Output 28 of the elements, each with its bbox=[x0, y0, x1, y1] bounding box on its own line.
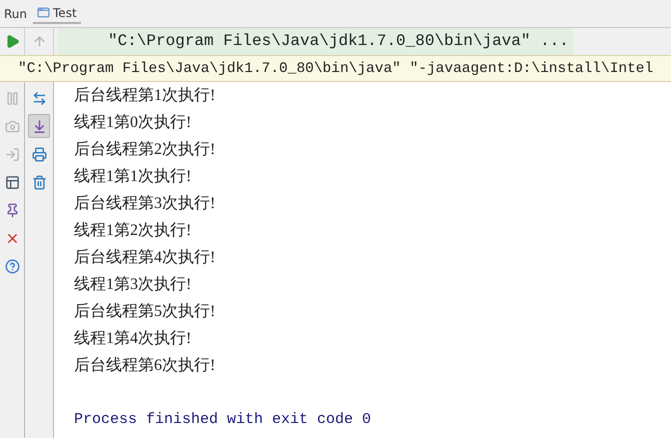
trash-icon bbox=[32, 174, 46, 190]
console-line: 线程1第2次执行! bbox=[74, 220, 192, 241]
pin-icon bbox=[4, 202, 20, 218]
tool-window-title: Run bbox=[4, 6, 28, 20]
tab-icon bbox=[37, 6, 50, 19]
console-line: 线程1第0次执行! bbox=[74, 112, 192, 133]
help-icon bbox=[4, 258, 20, 274]
run-icon bbox=[4, 34, 20, 49]
camera-icon bbox=[4, 118, 20, 134]
swap-icon bbox=[32, 90, 46, 106]
console-line: 后台线程第6次执行! bbox=[74, 356, 216, 376]
command-line: "C:\Program Files\Java\jdk1.7.0_80\bin\java" "-javaagent:D:\install\Intel bbox=[18, 60, 654, 76]
exit-icon bbox=[4, 146, 20, 162]
console-line: 线程1第4次执行! bbox=[74, 328, 192, 349]
console-line: 后台线程第1次执行! bbox=[74, 86, 216, 106]
scroll-to-end-button[interactable] bbox=[28, 114, 50, 138]
scroll-to-end-icon bbox=[32, 118, 46, 134]
console-line: 后台线程第4次执行! bbox=[74, 248, 216, 268]
console-line: 后台线程第2次执行! bbox=[74, 140, 216, 160]
console-line: 线程1第3次执行! bbox=[74, 274, 192, 295]
print-icon bbox=[32, 146, 46, 162]
pause-icon bbox=[4, 90, 20, 106]
layout-icon bbox=[4, 174, 20, 190]
console-line: 线程1第1次执行! bbox=[74, 166, 192, 187]
console-line: 后台线程第3次执行! bbox=[74, 194, 216, 214]
run-configuration: "C:\Program Files\Java\jdk1.7.0_80\bin\java" ... bbox=[58, 28, 573, 55]
console-line: 后台线程第5次执行! bbox=[74, 302, 216, 322]
exit-message: Process finished with exit code 0 bbox=[74, 410, 372, 430]
